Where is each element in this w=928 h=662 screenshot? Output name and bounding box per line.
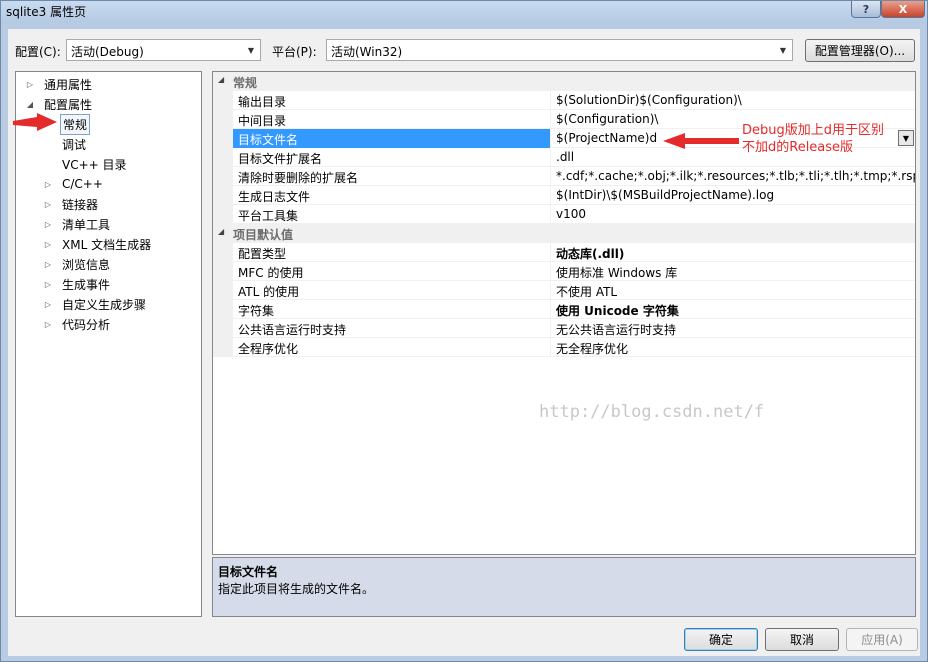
annotation-line2: 不加d的Release版	[742, 140, 854, 155]
annotation-overlay	[13, 113, 739, 149]
grid-pointer-arrow	[663, 133, 739, 149]
tree-pointer-arrow	[13, 113, 57, 131]
annotation-line1: Debug版加上d用于区别	[742, 123, 885, 138]
properties-window: sqlite3 属性页 ? X 配置(C): 活动(Debug) ▼ 平台(P)…	[0, 0, 928, 662]
annotation-text: Debug版加上d用于区别 不加d的Release版	[742, 122, 884, 156]
